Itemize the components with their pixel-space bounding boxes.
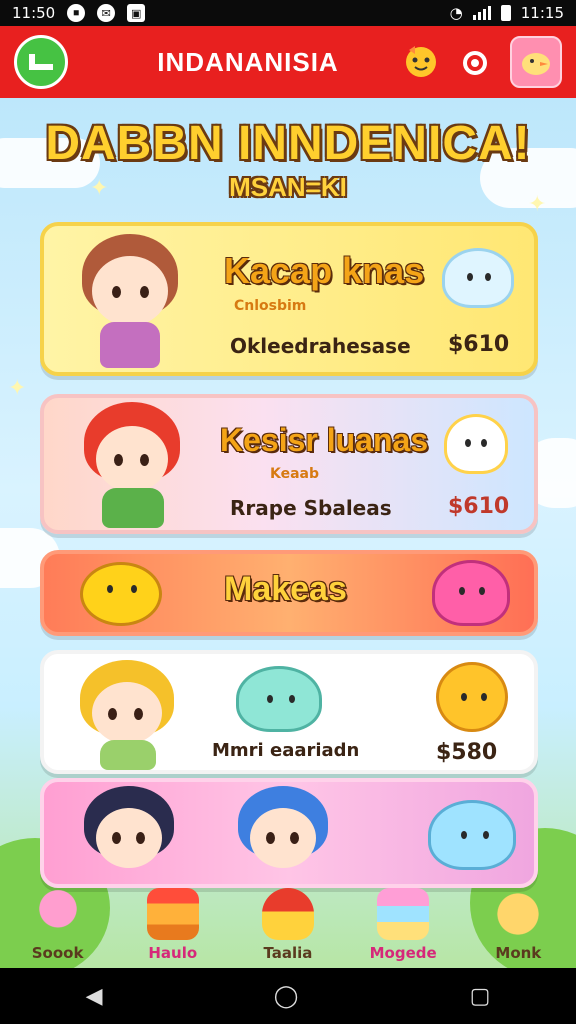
image-notification-icon: ▣ [127,4,146,22]
nav-label: Monk [495,944,542,962]
system-back-icon[interactable]: ◀ [86,984,103,1009]
wifi-icon: ◔ [449,4,463,22]
nav-label: Mogede [369,944,437,962]
nav-label: Haulo [148,944,198,962]
nav-label: Soook [31,944,84,962]
star-creature-icon [444,414,508,474]
card-price: $610 [448,494,510,519]
smiley-icon [80,562,162,626]
offer-card-3[interactable]: Makeas [40,550,538,636]
cat-slime-icon [236,666,322,732]
status-left: 11:50 ⏹ ✉ ▣ [12,4,146,22]
nav-item-monk[interactable]: Monk [466,888,570,962]
back-icon [29,54,53,70]
status-time-right: 11:15 [520,4,564,22]
teddy-icon [492,888,545,940]
offer-card-2[interactable]: Kesisr luanas Keaab Rrape Sbaleas $610 [40,394,538,534]
card-title: Kesisr luanas [220,422,429,458]
candy-jar-icon [377,888,430,940]
blue-cat-slime-icon [428,800,516,870]
hero-subtitle: MSAN=KI [229,172,347,202]
notification-icon: ⏹ [67,4,86,22]
battery-icon [500,5,511,21]
nav-item-book[interactable]: Soook [6,888,110,962]
nav-item-candy[interactable]: Mogede [351,888,455,962]
ghost-icon [442,248,514,308]
sushi-icon [261,888,314,940]
status-bar: 11:50 ⏹ ✉ ▣ ◔ 11:15 [0,0,576,26]
card-description: Rrape Sbaleas [230,496,392,520]
card-title: Makeas [224,570,347,608]
app-notification-icon: ✉ [97,4,116,22]
bear-icon [436,662,508,732]
nav-item-cake[interactable]: Haulo [121,888,225,962]
back-button[interactable] [14,35,68,89]
bottom-nav: Soook Haulo Taalia Mogede Monk [0,878,576,968]
card-price: $580 [436,740,498,765]
card-description: Mmri eaariadn [212,740,360,761]
signal-icon [472,6,491,20]
offer-card-4[interactable]: Mmri eaariadn $580 [40,650,538,774]
card-tag: Keaab [270,466,320,482]
status-right: ◔ 11:15 [450,4,564,22]
offer-card-5[interactable] [40,778,538,888]
system-nav-bar: ◀ ◯ ▢ [0,968,576,1024]
card-title: Kacap knas [224,250,425,291]
mascot-icon[interactable] [400,41,442,83]
profile-button[interactable] [510,36,562,88]
character-blue-hair-icon [234,786,334,884]
nav-label: Taalia [263,944,313,962]
offer-card-1[interactable]: Kacap knas Cnlosbim Okleedrahesase $610 [40,222,538,376]
card-description: Okleedrahesase [230,334,411,358]
alarm-icon[interactable] [454,41,496,83]
status-time-left: 11:50 [12,4,56,22]
character-dark-hair-icon [80,786,180,884]
main-content: ✦ ✦ ✦ DABBN INNDENICA! MSAN=KI Kacap kna… [0,98,576,968]
system-home-icon[interactable]: ◯ [274,984,299,1009]
system-recents-icon[interactable]: ▢ [470,984,491,1009]
nav-item-sushi[interactable]: Taalia [236,888,340,962]
character-blonde-icon [74,660,184,770]
character-boy-icon [74,402,194,530]
app-bar: INDANANISIA [0,26,576,98]
chick-icon [522,53,550,75]
cake-icon [146,888,199,940]
mushroom-icon [31,888,84,940]
card-tag: Cnlosbim [234,298,307,314]
card-price: $610 [448,332,510,357]
berry-slime-icon [432,560,510,626]
hero-title: DABBN INNDENICA! [45,117,531,170]
app-title: INDANANISIA [157,46,339,77]
sparkle-icon: ✦ [8,376,27,401]
character-girl-icon [70,234,190,372]
